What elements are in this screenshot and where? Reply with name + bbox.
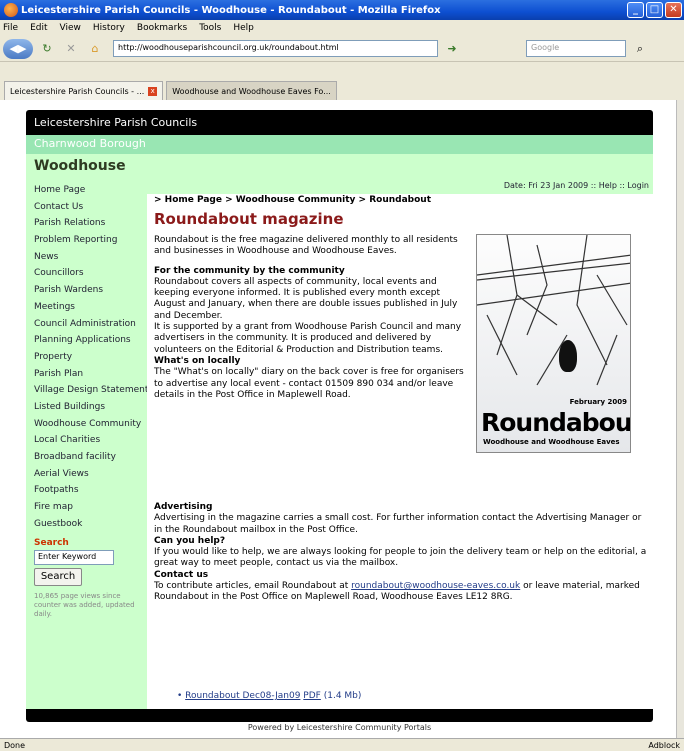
- reload-icon[interactable]: ↻: [37, 39, 57, 59]
- tab-strip: Leicestershire Parish Councils - ... x W…: [0, 78, 684, 100]
- breadcrumb[interactable]: > Home Page > Woodhouse Community > Roun…: [147, 194, 653, 208]
- borough-header: Charnwood Borough: [26, 135, 653, 154]
- search-label: Search: [34, 538, 69, 549]
- magazine-cover-image: February 2009 Roundabout Woodhouse and W…: [476, 234, 631, 453]
- home-icon[interactable]: ⌂: [85, 39, 105, 59]
- cover-month: February 2009: [569, 398, 627, 406]
- advertising-heading: Advertising: [154, 502, 213, 512]
- sidebar-item-problem-reporting[interactable]: Problem Reporting: [26, 235, 147, 252]
- window-controls: _ □ ✕: [627, 2, 682, 18]
- firefox-icon: [4, 3, 18, 17]
- menu-view[interactable]: View: [60, 23, 81, 33]
- sidebar-item-councillors[interactable]: Councillors: [26, 268, 147, 285]
- tab-parish-councils[interactable]: Leicestershire Parish Councils - ... x: [4, 81, 164, 100]
- sidebar-item-council-administration[interactable]: Council Administration: [26, 319, 147, 336]
- pdf-list-item: • Roundabout Dec08-Jan09 PDF (1.4 Mb): [177, 691, 362, 701]
- page-title: Roundabout magazine: [154, 210, 344, 228]
- community-paragraph: Roundabout covers all aspects of communi…: [154, 276, 458, 321]
- sidebar-item-guestbook[interactable]: Guestbook: [26, 519, 147, 536]
- menu-file[interactable]: File: [3, 23, 18, 33]
- maximize-icon[interactable]: □: [646, 2, 663, 18]
- tab-label: Woodhouse and Woodhouse Eaves Fo...: [172, 86, 331, 96]
- sidebar-item-parish-relations[interactable]: Parish Relations: [26, 218, 147, 235]
- sidebar-item-footpaths[interactable]: Footpaths: [26, 485, 147, 502]
- sidebar-item-home-page[interactable]: Home Page: [26, 185, 147, 202]
- local-heading: What's on locally: [154, 355, 241, 366]
- article-text: Roundabout is the free magazine delivere…: [154, 235, 464, 401]
- sidebar-item-local-charities[interactable]: Local Charities: [26, 435, 147, 452]
- window-title: Leicestershire Parish Councils - Woodhou…: [21, 4, 441, 16]
- close-tab-icon[interactable]: x: [148, 86, 158, 96]
- sidebar: Home Page Contact Us Parish Relations Probl…: [26, 179, 147, 709]
- window-titlebar: Leicestershire Parish Councils - Woodhou…: [0, 0, 684, 20]
- tab-label: Leicestershire Parish Councils - ...: [10, 86, 145, 96]
- sidebar-item-village-design-statements[interactable]: Village Design Statements: [26, 385, 147, 402]
- status-text: Done: [4, 740, 26, 750]
- pdf-size: (1.4 Mb): [323, 691, 362, 701]
- blackbird-illustration: [559, 340, 577, 372]
- go-icon[interactable]: ➜: [442, 39, 462, 59]
- sidebar-item-parish-wardens[interactable]: Parish Wardens: [26, 285, 147, 302]
- intro-paragraph: Roundabout is the free magazine delivere…: [154, 235, 458, 257]
- sidebar-item-broadband-facility[interactable]: Broadband facility: [26, 452, 147, 469]
- sidebar-item-listed-buildings[interactable]: Listed Buildings: [26, 402, 147, 419]
- date-bar: Date: Fri 23 Jan 2009 :: Help :: Login: [147, 179, 653, 194]
- keyword-input[interactable]: Enter Keyword: [34, 550, 114, 566]
- community-heading: For the community by the community: [154, 265, 345, 276]
- sidebar-item-fire-map[interactable]: Fire map: [26, 502, 147, 519]
- pdf-download-link[interactable]: Roundabout Dec08-Jan09: [185, 691, 300, 701]
- close-icon[interactable]: ✕: [665, 2, 682, 18]
- help-paragraph: If you would like to help, we are always…: [154, 547, 647, 569]
- contact-email-link[interactable]: roundabout@woodhouse-eaves.co.uk: [351, 581, 520, 591]
- contact-paragraph: To contribute articles, email Roundabout…: [154, 581, 648, 604]
- vertical-scrollbar[interactable]: [676, 100, 684, 738]
- powered-by: Powered by Leicestershire Community Port…: [247, 723, 432, 732]
- search-icon[interactable]: ⌕: [630, 39, 650, 59]
- menu-bar: File Edit View History Bookmarks Tools H…: [0, 20, 684, 36]
- sidebar-item-planning-applications[interactable]: Planning Applications: [26, 335, 147, 352]
- sidebar-item-woodhouse-community[interactable]: Woodhouse Community: [26, 419, 147, 436]
- advertising-paragraph: Advertising in the magazine carries a sm…: [154, 513, 642, 535]
- search-engine-input[interactable]: Google: [526, 40, 626, 57]
- adblock-status[interactable]: Adblock: [648, 741, 680, 750]
- menu-tools[interactable]: Tools: [199, 23, 221, 33]
- contact-text: To contribute articles, email Roundabout…: [154, 581, 352, 592]
- page-view-counter: 10,865 page views since counter was adde…: [34, 592, 135, 619]
- tab-forum[interactable]: Woodhouse and Woodhouse Eaves Fo...: [166, 81, 337, 100]
- sidebar-item-meetings[interactable]: Meetings: [26, 302, 147, 319]
- menu-edit[interactable]: Edit: [30, 23, 47, 33]
- cover-title: Roundabout: [481, 408, 631, 437]
- sidebar-item-parish-plan[interactable]: Parish Plan: [26, 369, 147, 386]
- site-footer-bar: [26, 709, 653, 722]
- sidebar-nav: Home Page Contact Us Parish Relations Probl…: [26, 185, 147, 535]
- help-heading: Can you help?: [154, 535, 226, 546]
- parish-header: Woodhouse: [26, 154, 653, 179]
- navigation-toolbar: ◀▶ ↻ ✕ ⌂ http://woodhouseparishcouncil.o…: [0, 36, 684, 62]
- sidebar-item-news[interactable]: News: [26, 252, 147, 269]
- sidebar-item-aerial-views[interactable]: Aerial Views: [26, 469, 147, 486]
- pdf-type-link[interactable]: PDF: [303, 691, 321, 701]
- sidebar-item-property[interactable]: Property: [26, 352, 147, 369]
- back-forward-icon[interactable]: ◀▶: [3, 38, 33, 59]
- contact-heading: Contact us: [154, 569, 209, 580]
- stop-icon[interactable]: ✕: [61, 39, 81, 59]
- menu-history[interactable]: History: [93, 23, 125, 33]
- article-text-wide: Advertising Advertising in the magazine …: [154, 502, 648, 604]
- site-container: Leicestershire Parish Councils Charnwood…: [26, 110, 653, 738]
- site-header: Leicestershire Parish Councils: [26, 110, 653, 135]
- menu-bookmarks[interactable]: Bookmarks: [137, 23, 187, 33]
- support-paragraph: It is supported by a grant from Woodhous…: [154, 322, 462, 355]
- local-paragraph: The "What's on locally" diary on the bac…: [154, 367, 464, 400]
- menu-help[interactable]: Help: [233, 23, 254, 33]
- minimize-icon[interactable]: _: [627, 2, 644, 18]
- url-input[interactable]: http://woodhouseparishcouncil.org.uk/rou…: [113, 40, 438, 57]
- cover-strap: Woodhouse and Woodhouse Eaves: [483, 438, 620, 446]
- main-content: Date: Fri 23 Jan 2009 :: Help :: Login >…: [147, 179, 653, 709]
- status-bar: Done Adblock: [0, 738, 684, 751]
- page-viewport: Leicestershire Parish Councils Charnwood…: [0, 100, 676, 738]
- sidebar-item-contact-us[interactable]: Contact Us: [26, 202, 147, 219]
- search-button[interactable]: Search: [34, 568, 82, 587]
